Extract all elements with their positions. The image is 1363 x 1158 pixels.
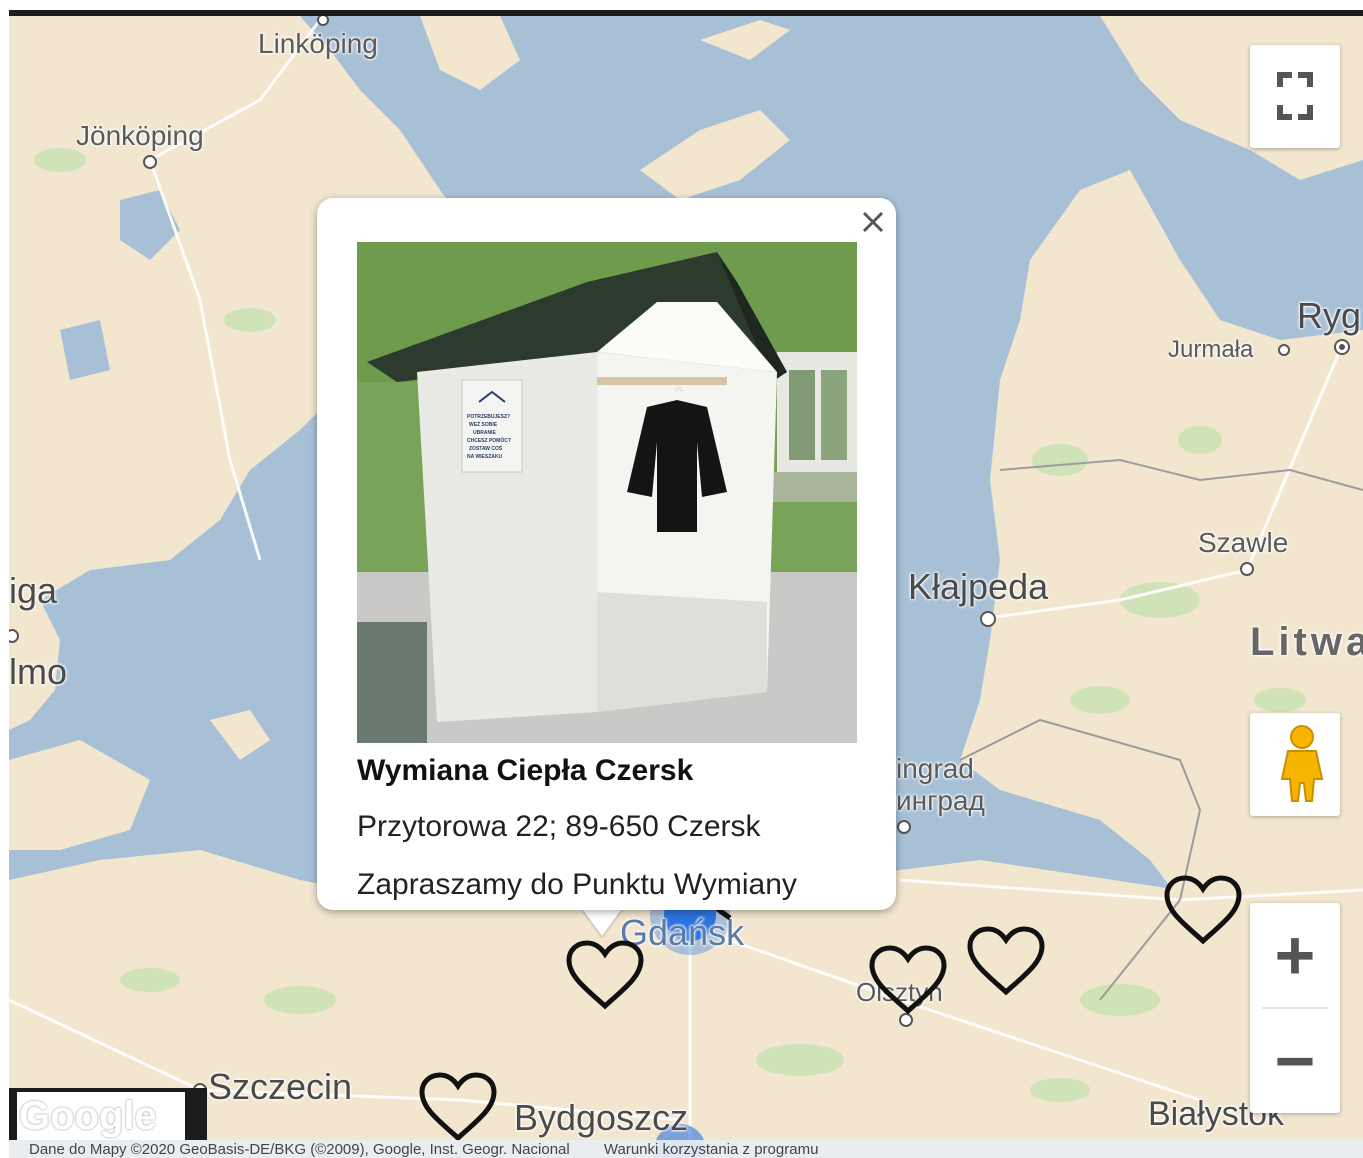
place-label-bydgoszcz: Bydgoszcz <box>514 1097 689 1138</box>
infowindow-title: Wymiana Ciepła Czersk <box>357 754 694 787</box>
attribution-bar: Dane do Mapy ©2020 GeoBasis-DE/BKG (©200… <box>9 1140 1363 1158</box>
heart-outline-icon[interactable] <box>565 940 645 1012</box>
page-left-strip <box>0 0 9 1158</box>
sign-line: NA WIESZAKU <box>467 454 502 460</box>
zoom-out-button[interactable]: − <box>1250 1009 1340 1113</box>
sign-line: UBRANIE <box>473 430 496 436</box>
place-label-szawle: Szawle <box>1198 527 1289 558</box>
place-label-linkoping: Linköping <box>258 28 378 59</box>
place-label-jurmala: Jurmała <box>1168 336 1254 363</box>
place-label-klajpeda: Kłajpeda <box>908 566 1049 607</box>
place-label-karlshamn: iga <box>9 570 58 611</box>
infowindow: POTRZEBUJESZ? WEŹ SOBIE UBRANIE CHCESZ P… <box>317 198 896 910</box>
place-label-ryga: Ryg <box>1297 295 1362 336</box>
heart-outline-icon[interactable] <box>868 945 948 1017</box>
sign-line: POTRZEBUJESZ? <box>467 414 510 420</box>
page-top-strip <box>0 0 1363 16</box>
place-label-jonkoping: Jönköping <box>76 120 204 151</box>
sign-line: WEŹ SOBIE <box>469 420 498 428</box>
close-icon[interactable] <box>857 206 889 238</box>
fullscreen-icon <box>1277 72 1313 120</box>
attribution-text: Dane do Mapy ©2020 GeoBasis-DE/BKG (©200… <box>29 1141 570 1158</box>
fullscreen-button[interactable] <box>1250 45 1340 148</box>
logo-box: Google <box>9 1088 207 1140</box>
place-label-litwa: Litwa <box>1250 620 1363 664</box>
pegman-icon <box>1280 725 1324 802</box>
street-view-pegman-button[interactable] <box>1250 713 1340 816</box>
place-label-malmo: lmo <box>9 651 68 692</box>
place-label-szczecin: Szczecin <box>208 1066 353 1107</box>
heart-outline-icon[interactable] <box>966 926 1046 998</box>
google-logo[interactable]: Google <box>19 1094 157 1139</box>
zoom-in-button[interactable]: + <box>1250 903 1340 1007</box>
heart-outline-icon[interactable] <box>1163 875 1243 947</box>
zoom-control: + − <box>1250 903 1340 1113</box>
infowindow-tail <box>580 906 624 936</box>
place-label-kaliningrad: ingrad <box>896 753 974 784</box>
sign-line: CHCESZ POMÓC? <box>467 436 511 444</box>
kiosk-photo: POTRZEBUJESZ? WEŹ SOBIE UBRANIE CHCESZ P… <box>357 242 857 743</box>
infowindow-description: Zapraszamy do Punktu Wymiany <box>357 868 797 901</box>
infowindow-address: Przytorowa 22; 89-650 Czersk <box>357 810 761 843</box>
terms-link[interactable]: Warunki korzystania z programu <box>574 1140 819 1158</box>
map-canvas[interactable]: Linköping Jönköping Jurmała Ryg Szawle K… <box>0 0 1363 1158</box>
sign-line: ZOSTAW COŚ <box>469 445 503 452</box>
heart-outline-icon[interactable] <box>418 1072 498 1144</box>
place-label-kaliningrad-ru: инград <box>896 785 985 816</box>
